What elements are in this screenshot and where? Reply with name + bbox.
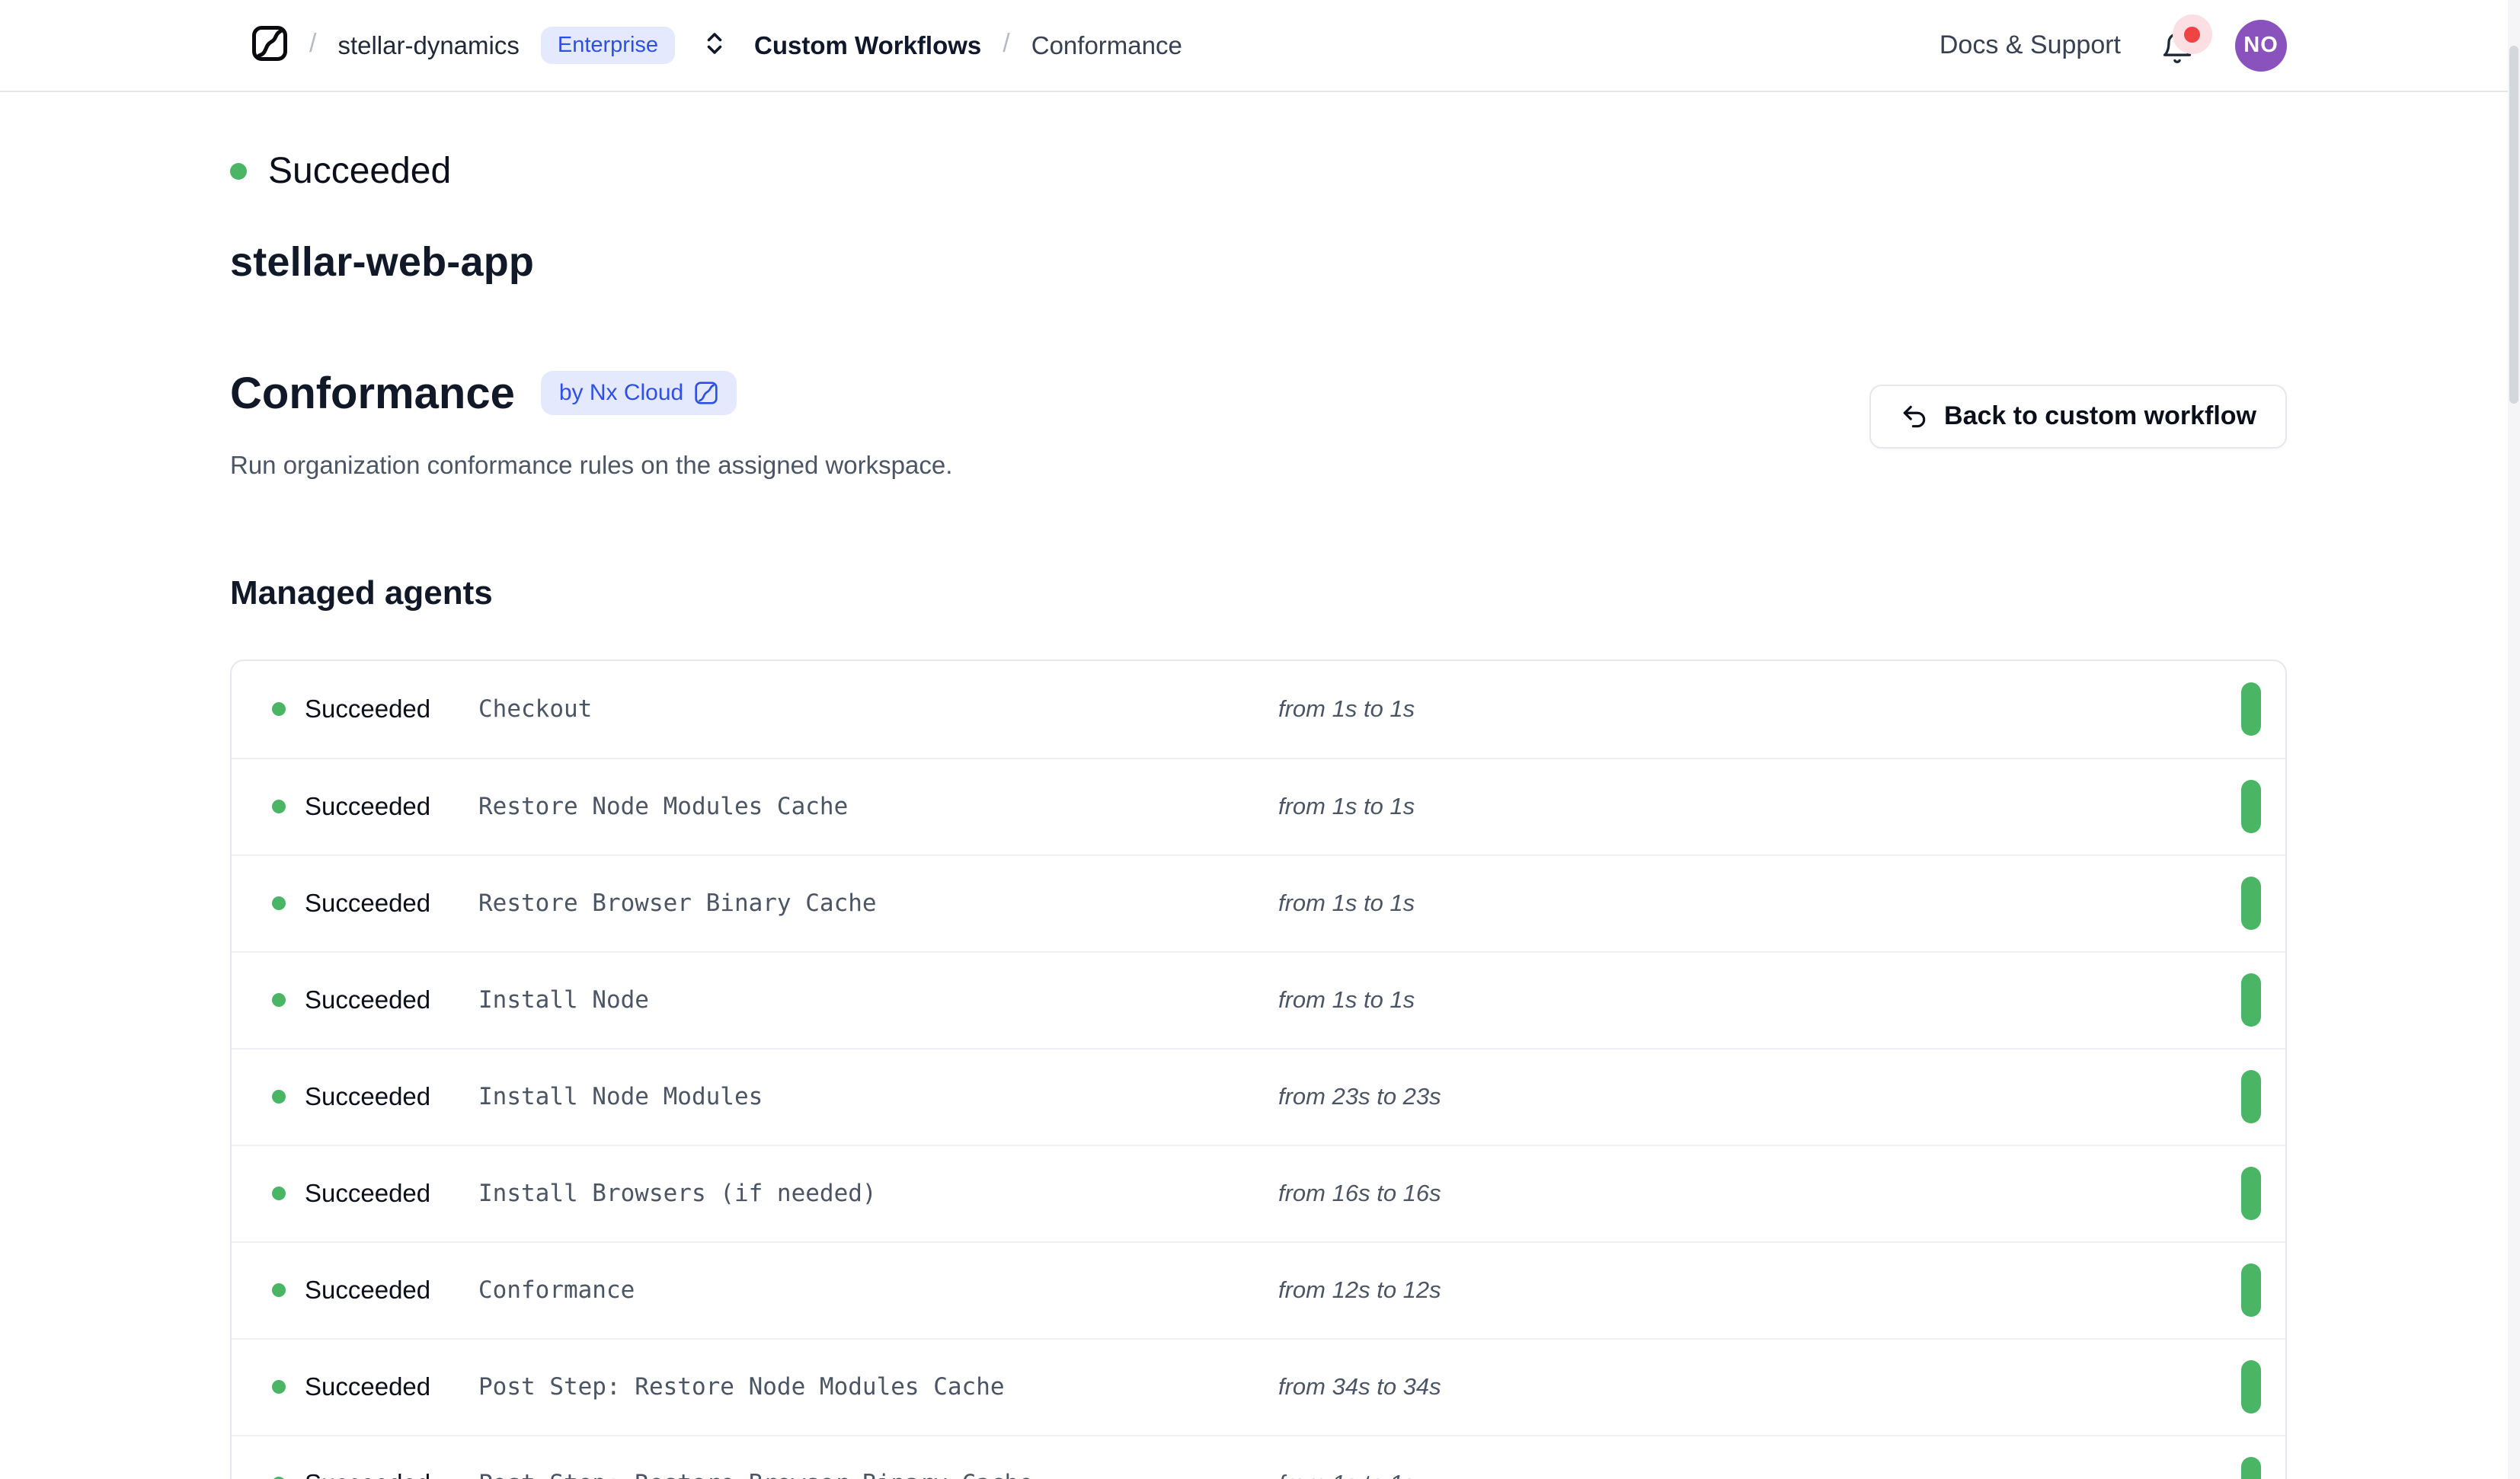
workspace-title: stellar-web-app xyxy=(230,238,2287,286)
task-name: Install Browsers (if needed) xyxy=(478,1180,1278,1207)
header-actions: Docs & Support NO xyxy=(1940,20,2287,72)
task-duration-bar xyxy=(2241,1070,2261,1123)
task-status-label: Succeeded xyxy=(305,1179,478,1208)
agent-task-row[interactable]: Succeeded Restore Node Modules Cache fro… xyxy=(232,758,2285,854)
task-name: Conformance xyxy=(478,1276,1278,1304)
enterprise-badge: Enterprise xyxy=(541,27,675,64)
task-duration-bar xyxy=(2241,877,2261,930)
by-nx-cloud-label: by Nx Cloud xyxy=(559,380,683,406)
task-time-range: from 1s to 1s xyxy=(1278,986,2241,1014)
workflow-title: Conformance xyxy=(230,368,515,419)
user-avatar[interactable]: NO xyxy=(2235,20,2287,72)
task-status-dot xyxy=(272,1283,286,1297)
task-time-range: from 1s to 1s xyxy=(1278,1470,2241,1479)
task-status-label: Succeeded xyxy=(305,889,478,918)
task-status-dot xyxy=(272,800,286,813)
notifications-button[interactable] xyxy=(2160,27,2195,65)
task-duration-bar xyxy=(2241,1360,2261,1414)
task-name: Install Node xyxy=(478,986,1278,1014)
agent-task-row[interactable]: Succeeded Install Node from 1s to 1s xyxy=(232,951,2285,1048)
task-name: Restore Node Modules Cache xyxy=(478,793,1278,820)
task-status-dot xyxy=(272,1090,286,1104)
breadcrumb: / stellar-dynamics Enterprise Custom Wor… xyxy=(251,25,1182,65)
task-duration-bar xyxy=(2241,1167,2261,1220)
task-duration-bar xyxy=(2241,780,2261,833)
task-duration-bar xyxy=(2241,682,2261,736)
task-status-label: Succeeded xyxy=(305,1372,478,1401)
page-scrollbar-track xyxy=(2508,0,2520,1479)
workflow-section-header: Conformance by Nx Cloud Run organization… xyxy=(230,368,2287,480)
task-time-range: from 12s to 12s xyxy=(1278,1276,2241,1304)
breadcrumb-separator: / xyxy=(1003,29,1009,59)
task-status-label: Succeeded xyxy=(305,1276,478,1305)
main-content: Succeeded stellar-web-app Conformance by… xyxy=(0,92,2520,1479)
undo-arrow-icon xyxy=(1900,402,1929,431)
nx-cloud-badge-icon xyxy=(694,381,718,405)
task-status-label: Succeeded xyxy=(305,985,478,1014)
task-name: Install Node Modules xyxy=(478,1083,1278,1110)
notification-dot xyxy=(2184,27,2200,43)
workflow-description: Run organization conformance rules on th… xyxy=(230,451,952,480)
task-status-dot xyxy=(272,896,286,910)
task-time-range: from 1s to 1s xyxy=(1278,890,2241,917)
task-status-dot xyxy=(272,1380,286,1394)
task-duration-bar xyxy=(2241,973,2261,1027)
task-time-range: from 16s to 16s xyxy=(1278,1180,2241,1207)
task-name: Post Step: Restore Node Modules Cache xyxy=(478,1373,1278,1401)
by-nx-cloud-badge[interactable]: by Nx Cloud xyxy=(541,371,737,415)
breadcrumb-page: Conformance xyxy=(1031,31,1182,60)
task-status-label: Succeeded xyxy=(305,1469,478,1479)
agent-task-row[interactable]: Succeeded Install Browsers (if needed) f… xyxy=(232,1145,2285,1241)
breadcrumb-separator: / xyxy=(309,29,316,59)
status-dot xyxy=(230,163,247,180)
breadcrumb-custom-workflows[interactable]: Custom Workflows xyxy=(754,31,981,60)
task-time-range: from 34s to 34s xyxy=(1278,1373,2241,1401)
task-status-label: Succeeded xyxy=(305,695,478,724)
breadcrumb-org[interactable]: stellar-dynamics xyxy=(337,31,519,60)
nx-cloud-logo-icon[interactable] xyxy=(251,25,288,65)
page-scrollbar-thumb[interactable] xyxy=(2509,46,2518,404)
task-duration-bar xyxy=(2241,1263,2261,1317)
task-name: Restore Browser Binary Cache xyxy=(478,890,1278,917)
docs-support-link[interactable]: Docs & Support xyxy=(1940,30,2121,60)
task-name: Post Step: Restore Browser Binary Cache xyxy=(478,1470,1278,1479)
top-navigation-bar: / stellar-dynamics Enterprise Custom Wor… xyxy=(0,0,2520,92)
task-name: Checkout xyxy=(478,695,1278,723)
task-time-range: from 1s to 1s xyxy=(1278,793,2241,820)
task-status-label: Succeeded xyxy=(305,1082,478,1111)
task-status-dot xyxy=(272,1187,286,1200)
agent-task-row[interactable]: Succeeded Post Step: Restore Node Module… xyxy=(232,1338,2285,1435)
task-status-dot xyxy=(272,702,286,716)
agent-task-row[interactable]: Succeeded Conformance from 12s to 12s xyxy=(232,1241,2285,1338)
task-time-range: from 1s to 1s xyxy=(1278,695,2241,723)
agent-task-row[interactable]: Succeeded Restore Browser Binary Cache f… xyxy=(232,854,2285,951)
agent-task-row[interactable]: Succeeded Install Node Modules from 23s … xyxy=(232,1048,2285,1145)
status-label: Succeeded xyxy=(268,152,451,191)
managed-agents-list: Succeeded Checkout from 1s to 1s Succeed… xyxy=(230,660,2287,1479)
org-switcher-chevrons-up-down-icon[interactable] xyxy=(696,30,733,61)
back-button-label: Back to custom workflow xyxy=(1944,401,2256,431)
task-status-dot xyxy=(272,993,286,1007)
run-status: Succeeded xyxy=(230,152,2287,191)
task-duration-bar xyxy=(2241,1457,2261,1479)
agent-task-row[interactable]: Succeeded Checkout from 1s to 1s xyxy=(232,661,2285,758)
task-time-range: from 23s to 23s xyxy=(1278,1083,2241,1110)
managed-agents-heading: Managed agents xyxy=(230,574,2287,612)
agent-task-row[interactable]: Succeeded Post Step: Restore Browser Bin… xyxy=(232,1435,2285,1479)
back-to-custom-workflow-button[interactable]: Back to custom workflow xyxy=(1869,385,2287,449)
task-status-label: Succeeded xyxy=(305,792,478,821)
